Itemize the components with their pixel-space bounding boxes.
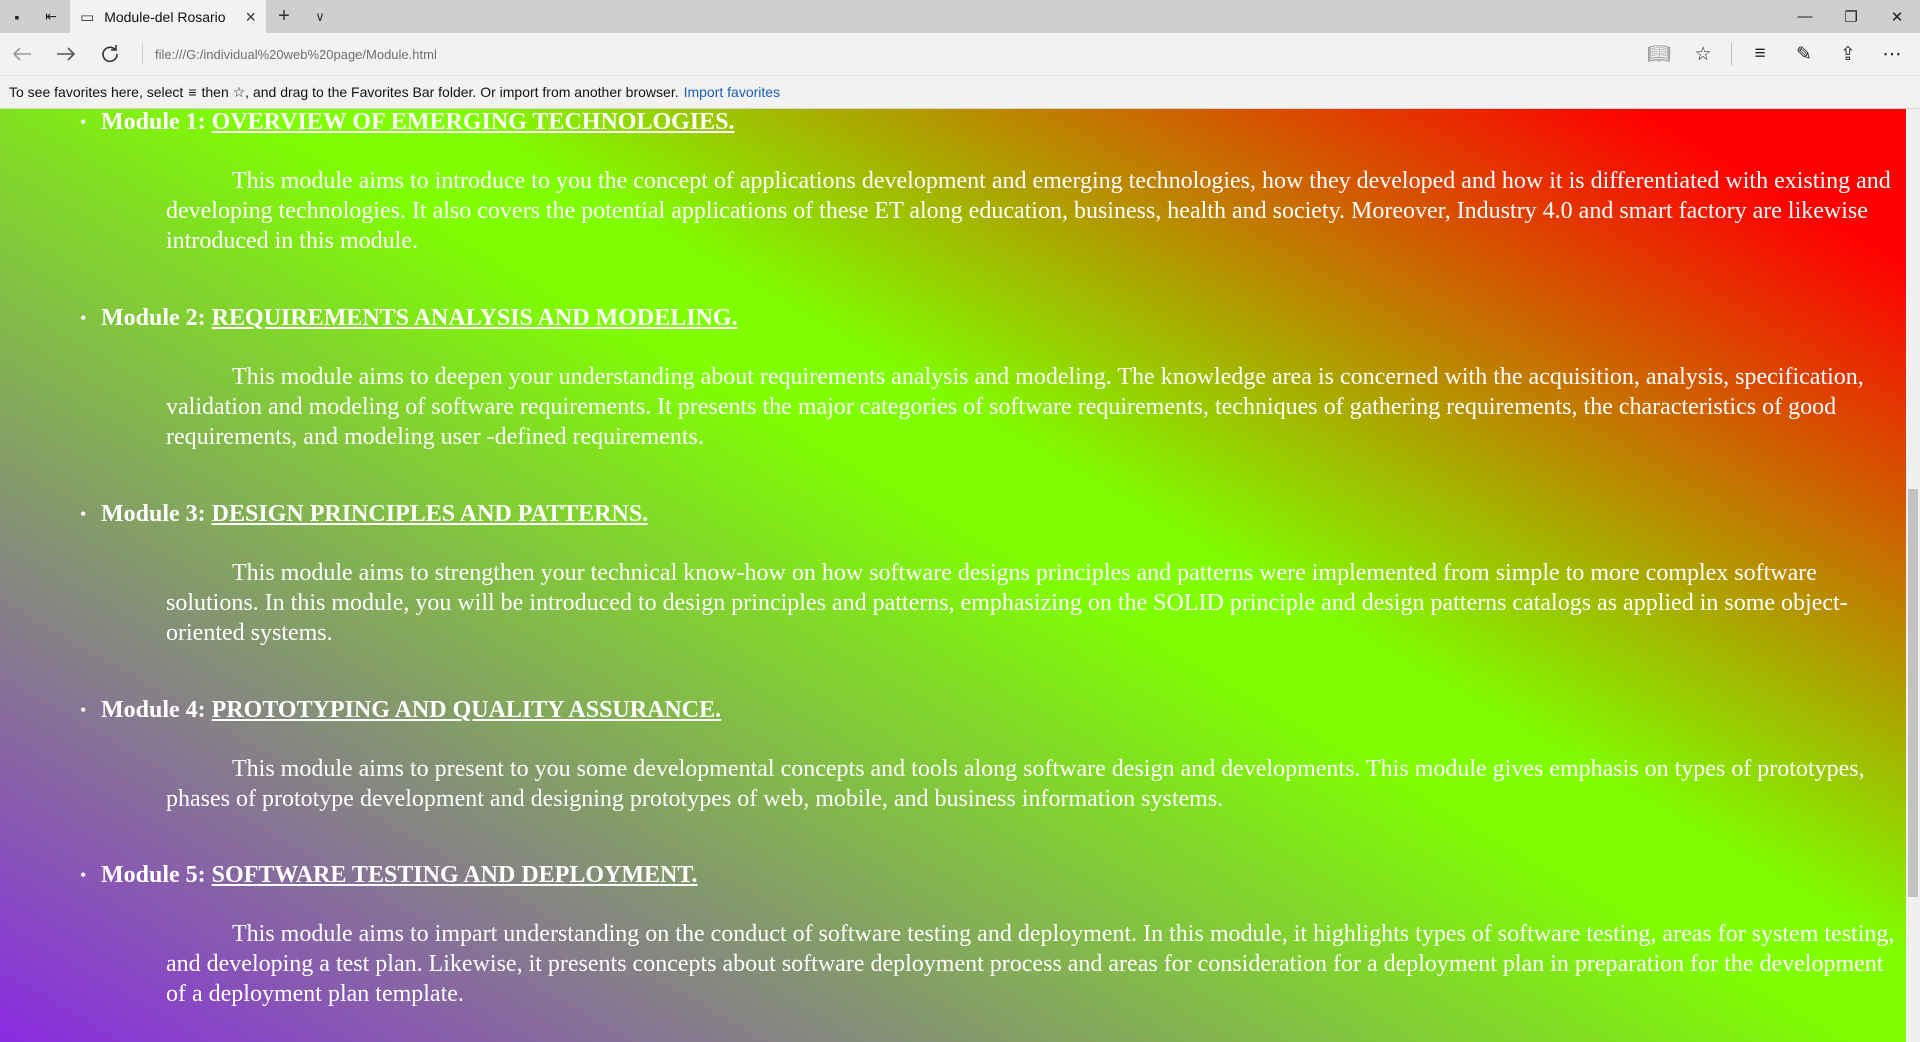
tab-strip: ▪ ⇤ ▭ Module-del Rosario × + ∨ — ❐ ✕ xyxy=(0,0,1920,33)
module-label: Module 3: xyxy=(101,501,206,527)
module-title-link[interactable]: REQUIREMENTS ANALYSIS AND MODELING. xyxy=(212,305,738,331)
favorites-hint-text: To see favorites here, select xyxy=(9,84,184,100)
module-title-link[interactable]: PROTOTYPING AND QUALITY ASSURANCE. xyxy=(212,697,721,723)
bullet-icon: • xyxy=(80,865,87,885)
favorite-star-icon[interactable]: ☆ xyxy=(1681,33,1725,75)
back-arrow-icon xyxy=(12,47,31,61)
favorites-bar: To see favorites here, select ≡ then ☆, … xyxy=(0,75,1920,109)
tab-active[interactable]: ▭ Module-del Rosario × xyxy=(70,0,266,33)
module-item-4: • Module 4: PROTOTYPING AND QUALITY ASSU… xyxy=(0,697,1906,814)
module-heading: • Module 3: DESIGN PRINCIPLES AND PATTER… xyxy=(0,501,1906,529)
module-description: This module aims to impart understanding… xyxy=(166,921,1895,1007)
refresh-button[interactable] xyxy=(88,33,132,75)
set-tabs-aside-icon[interactable]: ⇤ xyxy=(34,0,68,33)
navigation-bar: file:///G:/individual%20web%20page/Modul… xyxy=(0,33,1920,75)
scrollbar-thumb[interactable] xyxy=(1908,489,1918,897)
module-item-3: • Module 3: DESIGN PRINCIPLES AND PATTER… xyxy=(0,501,1906,648)
module-description: This module aims to strengthen your tech… xyxy=(166,560,1848,646)
module-heading: • Module 5: SOFTWARE TESTING AND DEPLOYM… xyxy=(0,862,1906,890)
import-favorites-link[interactable]: Import favorites xyxy=(684,84,780,100)
module-item-2: • Module 2: REQUIREMENTS ANALYSIS AND MO… xyxy=(0,305,1906,452)
favorites-hint-text-2: then ☆, and drag to the Favorites Bar fo… xyxy=(201,83,679,100)
hub-menu-icon: ≡ xyxy=(188,84,197,100)
address-bar[interactable]: file:///G:/individual%20web%20page/Modul… xyxy=(142,43,1637,65)
page-icon: ▭ xyxy=(80,8,95,26)
module-heading: • Module 4: PROTOTYPING AND QUALITY ASSU… xyxy=(0,697,1906,725)
window-controls: — ❐ ✕ xyxy=(1782,0,1920,33)
tab-close-icon[interactable]: × xyxy=(245,8,256,26)
module-title-link[interactable]: OVERVIEW OF EMERGING TECHNOLOGIES. xyxy=(212,109,735,135)
module-title-link[interactable]: SOFTWARE TESTING AND DEPLOYMENT. xyxy=(212,862,698,888)
module-description: This module aims to deepen your understa… xyxy=(166,364,1864,450)
module-heading: • Module 2: REQUIREMENTS ANALYSIS AND MO… xyxy=(0,305,1906,333)
bullet-icon: • xyxy=(80,504,87,524)
forward-arrow-icon xyxy=(57,47,76,61)
module-description: This module aims to introduce to you the… xyxy=(166,168,1891,254)
bullet-icon: • xyxy=(80,700,87,720)
module-heading: • Module 1: OVERVIEW OF EMERGING TECHNOL… xyxy=(0,109,1906,137)
refresh-icon xyxy=(102,45,118,63)
module-item-1: • Module 1: OVERVIEW OF EMERGING TECHNOL… xyxy=(0,109,1906,256)
module-label: Module 4: xyxy=(101,697,206,723)
tab-actions-icon[interactable]: ▪ xyxy=(0,0,34,33)
restore-button[interactable]: ❐ xyxy=(1828,0,1874,33)
toolbar-divider xyxy=(1731,43,1732,65)
hub-icon[interactable]: ≡ xyxy=(1738,33,1782,75)
more-icon[interactable]: ⋯ xyxy=(1870,33,1914,75)
toolbar-actions: 📖︎ ☆ ≡ ✎ ⇪ ⋯ xyxy=(1637,33,1914,75)
module-label: Module 2: xyxy=(101,305,206,331)
forward-button[interactable] xyxy=(44,33,88,75)
page-viewport: • Module 1: OVERVIEW OF EMERGING TECHNOL… xyxy=(0,109,1920,1042)
reading-view-icon[interactable]: 📖︎ xyxy=(1637,33,1681,75)
new-tab-button[interactable]: + xyxy=(266,0,302,33)
module-description: This module aims to present to you some … xyxy=(166,756,1865,812)
vertical-scrollbar[interactable] xyxy=(1906,109,1920,1042)
minimize-button[interactable]: — xyxy=(1782,0,1828,33)
close-button[interactable]: ✕ xyxy=(1874,0,1920,33)
module-item-5: • Module 5: SOFTWARE TESTING AND DEPLOYM… xyxy=(0,862,1906,1009)
module-label: Module 5: xyxy=(101,862,206,888)
tab-preview-icon[interactable]: ∨ xyxy=(302,0,338,33)
module-title-link[interactable]: DESIGN PRINCIPLES AND PATTERNS. xyxy=(212,501,649,527)
bullet-icon: • xyxy=(80,112,87,132)
bullet-icon: • xyxy=(80,308,87,328)
share-icon[interactable]: ⇪ xyxy=(1826,33,1870,75)
tab-title: Module-del Rosario xyxy=(104,8,226,25)
back-button[interactable] xyxy=(0,33,44,75)
web-note-icon[interactable]: ✎ xyxy=(1782,33,1826,75)
module-label: Module 1: xyxy=(101,109,206,135)
